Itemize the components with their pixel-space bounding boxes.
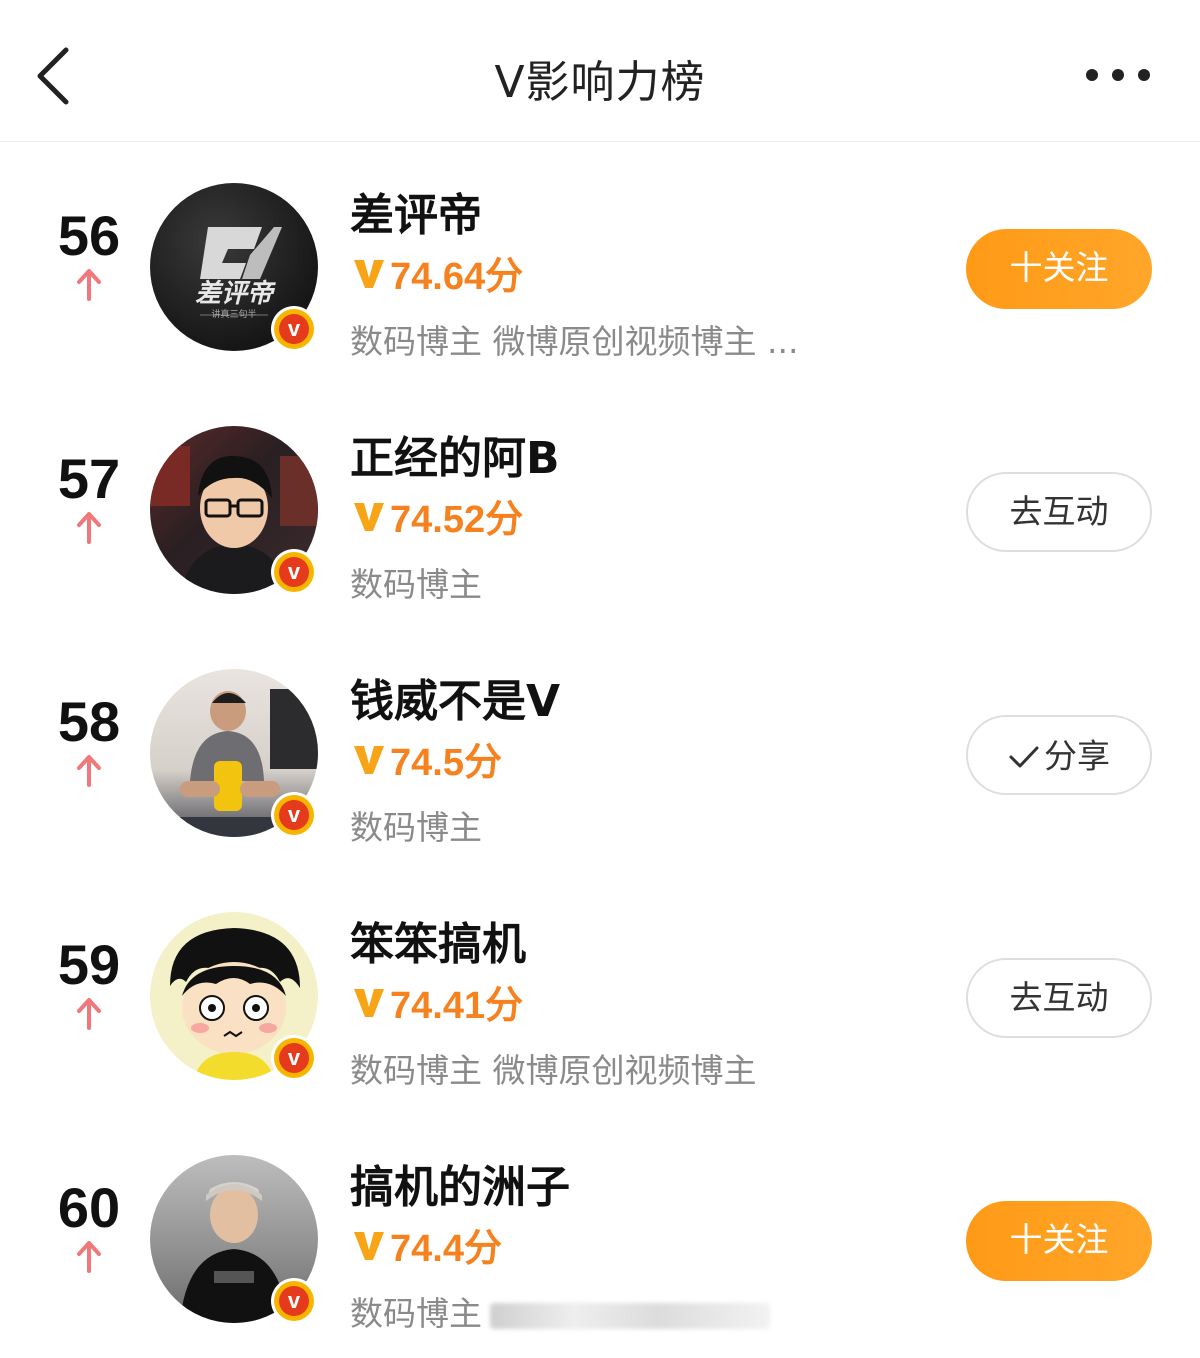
top-bar: V影响力榜: [0, 0, 1200, 142]
avatar[interactable]: v: [150, 669, 318, 837]
follow-button[interactable]: 十关注: [966, 1201, 1152, 1281]
follow-button[interactable]: 十关注: [966, 229, 1152, 309]
share-button[interactable]: 分享: [966, 715, 1152, 795]
arrow-up-icon: [77, 269, 101, 301]
user-tags: 数码博主: [350, 808, 482, 847]
user-name[interactable]: 钱威不是V: [350, 665, 560, 729]
verified-badge-icon: v: [274, 795, 314, 835]
verified-badge-icon: v: [274, 1038, 314, 1078]
avatar[interactable]: 差评帝 讲真三句半 v: [150, 183, 318, 351]
avatar-text: 差评帝: [194, 279, 273, 309]
arrow-up-icon: [77, 998, 101, 1030]
arrow-up-icon: [77, 512, 101, 544]
list-item[interactable]: 57 v 正经的阿B 74.52分 数码博主 去互动: [0, 386, 1200, 629]
list-item[interactable]: 56 差评帝 讲真三句半 v 差评帝 74.64分 数码博主 微博原创视频博主 …: [0, 143, 1200, 386]
arrow-up-icon: [77, 755, 101, 787]
user-name[interactable]: 差评帝: [350, 179, 482, 243]
influence-score: 74.52分: [352, 488, 523, 541]
blurred-text: [490, 1302, 770, 1329]
user-tags-text: 数码博主: [350, 1294, 482, 1333]
more-dots-icon: [1086, 69, 1150, 81]
score-value: 74.52分: [390, 499, 524, 541]
v-score-icon: [354, 988, 384, 1017]
avatar[interactable]: v: [150, 426, 318, 594]
rank-number: 57: [57, 447, 121, 510]
influence-score: 74.41分: [352, 974, 523, 1027]
v-score-icon: [354, 745, 384, 774]
rank-number: 60: [57, 1176, 121, 1239]
score-value: 74.4分: [390, 1228, 502, 1270]
verified-badge-icon: v: [274, 309, 314, 349]
list-item[interactable]: 60 v 搞机的洲子 74.4分 数码博主 十关注: [0, 1115, 1200, 1358]
avatar[interactable]: v: [150, 912, 318, 1080]
list-item[interactable]: 58 v 钱威不是V 74.5分 数码博主 分享: [0, 629, 1200, 872]
avatar[interactable]: v: [150, 1155, 318, 1323]
influence-score: 74.64分: [352, 245, 523, 298]
influence-score: 74.5分: [352, 731, 502, 784]
rank-number: 58: [57, 690, 121, 753]
score-value: 74.41分: [390, 985, 524, 1027]
v-score-icon: [354, 502, 384, 531]
user-tags: 数码博主: [350, 565, 482, 604]
score-value: 74.64分: [390, 256, 524, 298]
user-name[interactable]: 正经的阿B: [350, 422, 560, 486]
arrow-up-icon: [77, 1241, 101, 1273]
rank-number: 56: [57, 204, 121, 267]
v-score-icon: [354, 259, 384, 288]
user-tags: 数码博主 微博原创视频博主: [350, 1051, 757, 1090]
influence-score: 74.4分: [352, 1217, 502, 1270]
interact-button[interactable]: 去互动: [966, 958, 1152, 1038]
verified-badge-icon: v: [274, 1281, 314, 1321]
interact-button[interactable]: 去互动: [966, 472, 1152, 552]
user-name[interactable]: 搞机的洲子: [350, 1151, 570, 1215]
checkmark-icon: [1009, 746, 1039, 767]
share-label: 分享: [1044, 736, 1110, 776]
user-name[interactable]: 笨笨搞机: [350, 908, 526, 972]
list-item[interactable]: 59 v 笨笨搞机 74.41分 数码博主 微博原创视频博主 去互动: [0, 872, 1200, 1115]
user-tags: 数码博主: [350, 1287, 770, 1335]
v-score-icon: [354, 1231, 384, 1260]
rank-number: 59: [57, 933, 121, 996]
score-value: 74.5分: [390, 742, 502, 784]
verified-badge-icon: v: [274, 552, 314, 592]
more-button[interactable]: [1080, 60, 1160, 90]
user-tags: 数码博主 微博原创视频博主 ...: [350, 322, 799, 361]
page-title: V影响力榜: [494, 57, 706, 108]
